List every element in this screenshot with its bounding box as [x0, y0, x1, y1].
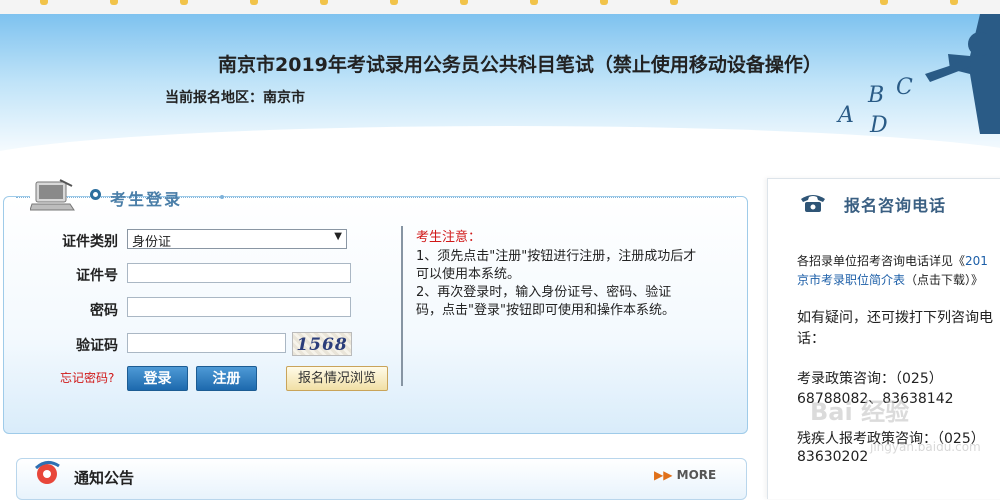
header-banner: A B C D 南京市2019年考试录用公务员公共科目笔试（禁止使用移动设备操作…: [0, 14, 1000, 164]
consult-title: 报名咨询电话: [844, 196, 947, 215]
panel-divider: [401, 226, 403, 386]
password-label: 密码: [90, 303, 118, 319]
notice-line: 2、再次登录时，输入身份证号、密码、验证: [416, 285, 672, 300]
page-title: 南京市2019年考试录用公务员公共科目笔试（禁止使用移动设备操作）: [218, 54, 822, 76]
title-bullet-icon: [90, 189, 101, 200]
art-letter-d: D: [869, 113, 888, 138]
notice-line: 1、须先点击"注册"按钮进行注册，注册成功后才: [416, 249, 697, 264]
chevron-down-icon: ▼: [334, 231, 342, 242]
notice-line: 可以使用本系统。: [416, 267, 521, 282]
password-input[interactable]: [127, 297, 351, 317]
id-number-input[interactable]: [127, 263, 351, 283]
art-letter-b: B: [867, 83, 884, 108]
consult-question-line: 话：: [797, 331, 825, 347]
login-button[interactable]: 登录: [127, 366, 188, 391]
art-letter-c: C: [896, 75, 913, 100]
id-type-label: 证件类别: [62, 234, 118, 250]
browse-registration-button[interactable]: 报名情况浏览: [286, 366, 388, 391]
captcha-image[interactable]: 1568: [292, 332, 352, 356]
position-table-link[interactable]: 京市考录职位简介表: [797, 273, 905, 287]
consult-intro-link[interactable]: 201: [965, 254, 988, 268]
disabled-consult-number: 83630202: [797, 449, 869, 465]
current-region: 当前报名地区：南京市: [165, 87, 305, 107]
region-value: 南京市: [263, 90, 305, 106]
announcement-icon: [34, 461, 60, 484]
id-type-select[interactable]: 身份证 ▼: [127, 229, 347, 250]
region-label: 当前报名地区：: [165, 90, 263, 106]
notice-title: 考生注意：: [416, 230, 482, 245]
consult-intro: 各招录单位招考咨询电话详见《201: [797, 252, 988, 269]
captcha-input[interactable]: [127, 333, 286, 353]
more-label: MORE: [676, 468, 717, 482]
register-button[interactable]: 注册: [196, 366, 257, 391]
browser-top-strip: [0, 0, 1000, 15]
more-link[interactable]: ▶▶ MORE: [654, 468, 716, 482]
policy-consult-label: 考录政策咨询：（025）: [797, 371, 943, 387]
id-type-value: 身份证: [132, 235, 172, 250]
consult-download-line: 京市考录职位简介表（点击下载）》: [797, 271, 983, 288]
phone-icon: [801, 195, 825, 212]
double-arrow-icon: ▶▶: [654, 468, 673, 482]
login-title: 考生登录: [110, 190, 183, 209]
download-text: （点击下载）》: [905, 273, 984, 287]
banner-teacher-illustration: A B C D: [836, 14, 1000, 138]
captcha-label: 验证码: [76, 338, 118, 354]
id-number-label: 证件号: [76, 268, 118, 284]
title-dot: [220, 195, 224, 199]
consult-intro-text: 各招录单位招考咨询电话详见《: [797, 254, 966, 268]
consult-question-line: 如有疑问，还可拨打下列咨询电: [797, 310, 993, 326]
computer-icon: [30, 179, 75, 211]
baidu-watermark-url: jingyan.baidu.com: [870, 440, 981, 454]
login-header: 考生登录: [30, 178, 224, 214]
forgot-password-link[interactable]: 忘记密码?: [60, 369, 114, 386]
art-letter-a: A: [836, 103, 854, 128]
notice-line: 码，点击"登录"按钮即可使用和操作本系统。: [416, 303, 675, 318]
baidu-watermark: Bai 经验: [810, 398, 910, 426]
